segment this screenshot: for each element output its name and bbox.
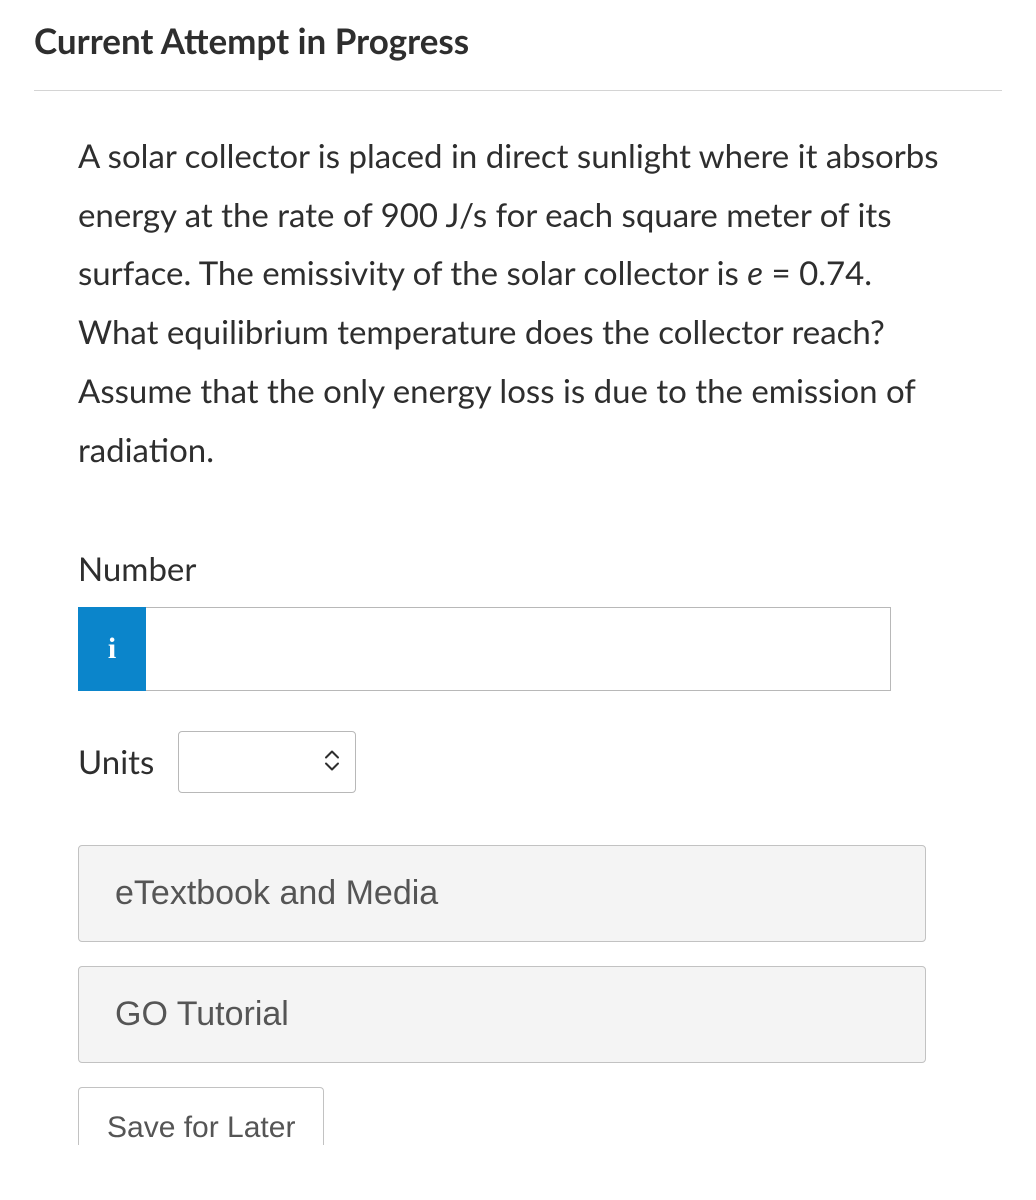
units-label: Units (78, 742, 154, 782)
info-button[interactable]: i (78, 607, 146, 691)
number-input-row: i (78, 607, 958, 691)
page-heading: Current Attempt in Progress (34, 20, 1002, 91)
save-for-later-button[interactable]: Save for Later (78, 1087, 324, 1145)
etextbook-button[interactable]: eTextbook and Media (78, 845, 926, 942)
go-tutorial-button[interactable]: GO Tutorial (78, 966, 926, 1063)
units-select-wrap (178, 731, 356, 793)
units-select[interactable] (178, 731, 356, 793)
info-icon: i (108, 632, 116, 666)
units-row: Units (78, 731, 958, 793)
number-label: Number (78, 549, 958, 589)
question-variable: e (747, 253, 763, 293)
question-text: A solar collector is placed in direct su… (78, 127, 958, 479)
question-content: A solar collector is placed in direct su… (34, 127, 1002, 1145)
number-input[interactable] (146, 607, 891, 691)
